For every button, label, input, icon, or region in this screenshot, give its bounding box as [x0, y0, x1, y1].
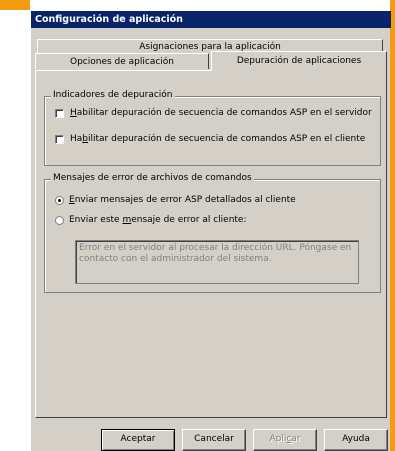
detailed-errors-option[interactable]: Enviar mensajes de error ASP detallados … — [55, 195, 296, 205]
detailed-errors-radio[interactable] — [55, 195, 64, 205]
custom-error-radio[interactable] — [55, 215, 64, 225]
tab-app-debugging[interactable]: Depuración de aplicaciones — [211, 51, 387, 71]
custom-error-label: Enviar este mensaje de error al cliente: — [69, 215, 247, 225]
app-config-dialog: Configuración de aplicación Asignaciones… — [30, 10, 391, 451]
custom-error-text[interactable]: Error en el servidor al procesar la dire… — [75, 240, 359, 284]
ok-button[interactable]: Aceptar — [101, 429, 175, 451]
detailed-errors-label: Enviar mensajes de error ASP detallados … — [69, 195, 296, 205]
tab-app-options[interactable]: Opciones de aplicación — [35, 53, 209, 69]
server-debug-checkbox[interactable] — [55, 108, 64, 118]
cancel-button[interactable]: Cancelar — [182, 429, 246, 451]
error-messages-title: Mensajes de error de archivos de comando… — [51, 173, 254, 183]
server-debug-label: Habilitar depuración de secuencia de com… — [70, 108, 372, 118]
help-button[interactable]: Ayuda — [324, 429, 388, 451]
server-debug-option[interactable]: Habilitar depuración de secuencia de com… — [55, 108, 372, 118]
debug-flags-title: Indicadores de depuración — [51, 90, 175, 100]
custom-error-option[interactable]: Enviar este mensaje de error al cliente: — [55, 215, 247, 225]
apply-button[interactable]: Aplicar — [253, 429, 317, 451]
client-debug-option[interactable]: Habilitar depuración de secuencia de com… — [55, 134, 365, 144]
dialog-title: Configuración de aplicación — [31, 11, 391, 28]
orange-accent-corner — [0, 0, 30, 10]
orange-accent-edge — [390, 0, 395, 451]
client-debug-checkbox[interactable] — [55, 134, 64, 144]
client-debug-label: Habilitar depuración de secuencia de com… — [70, 134, 366, 144]
debug-flags-group: Indicadores de depuración Habilitar depu… — [44, 90, 381, 166]
